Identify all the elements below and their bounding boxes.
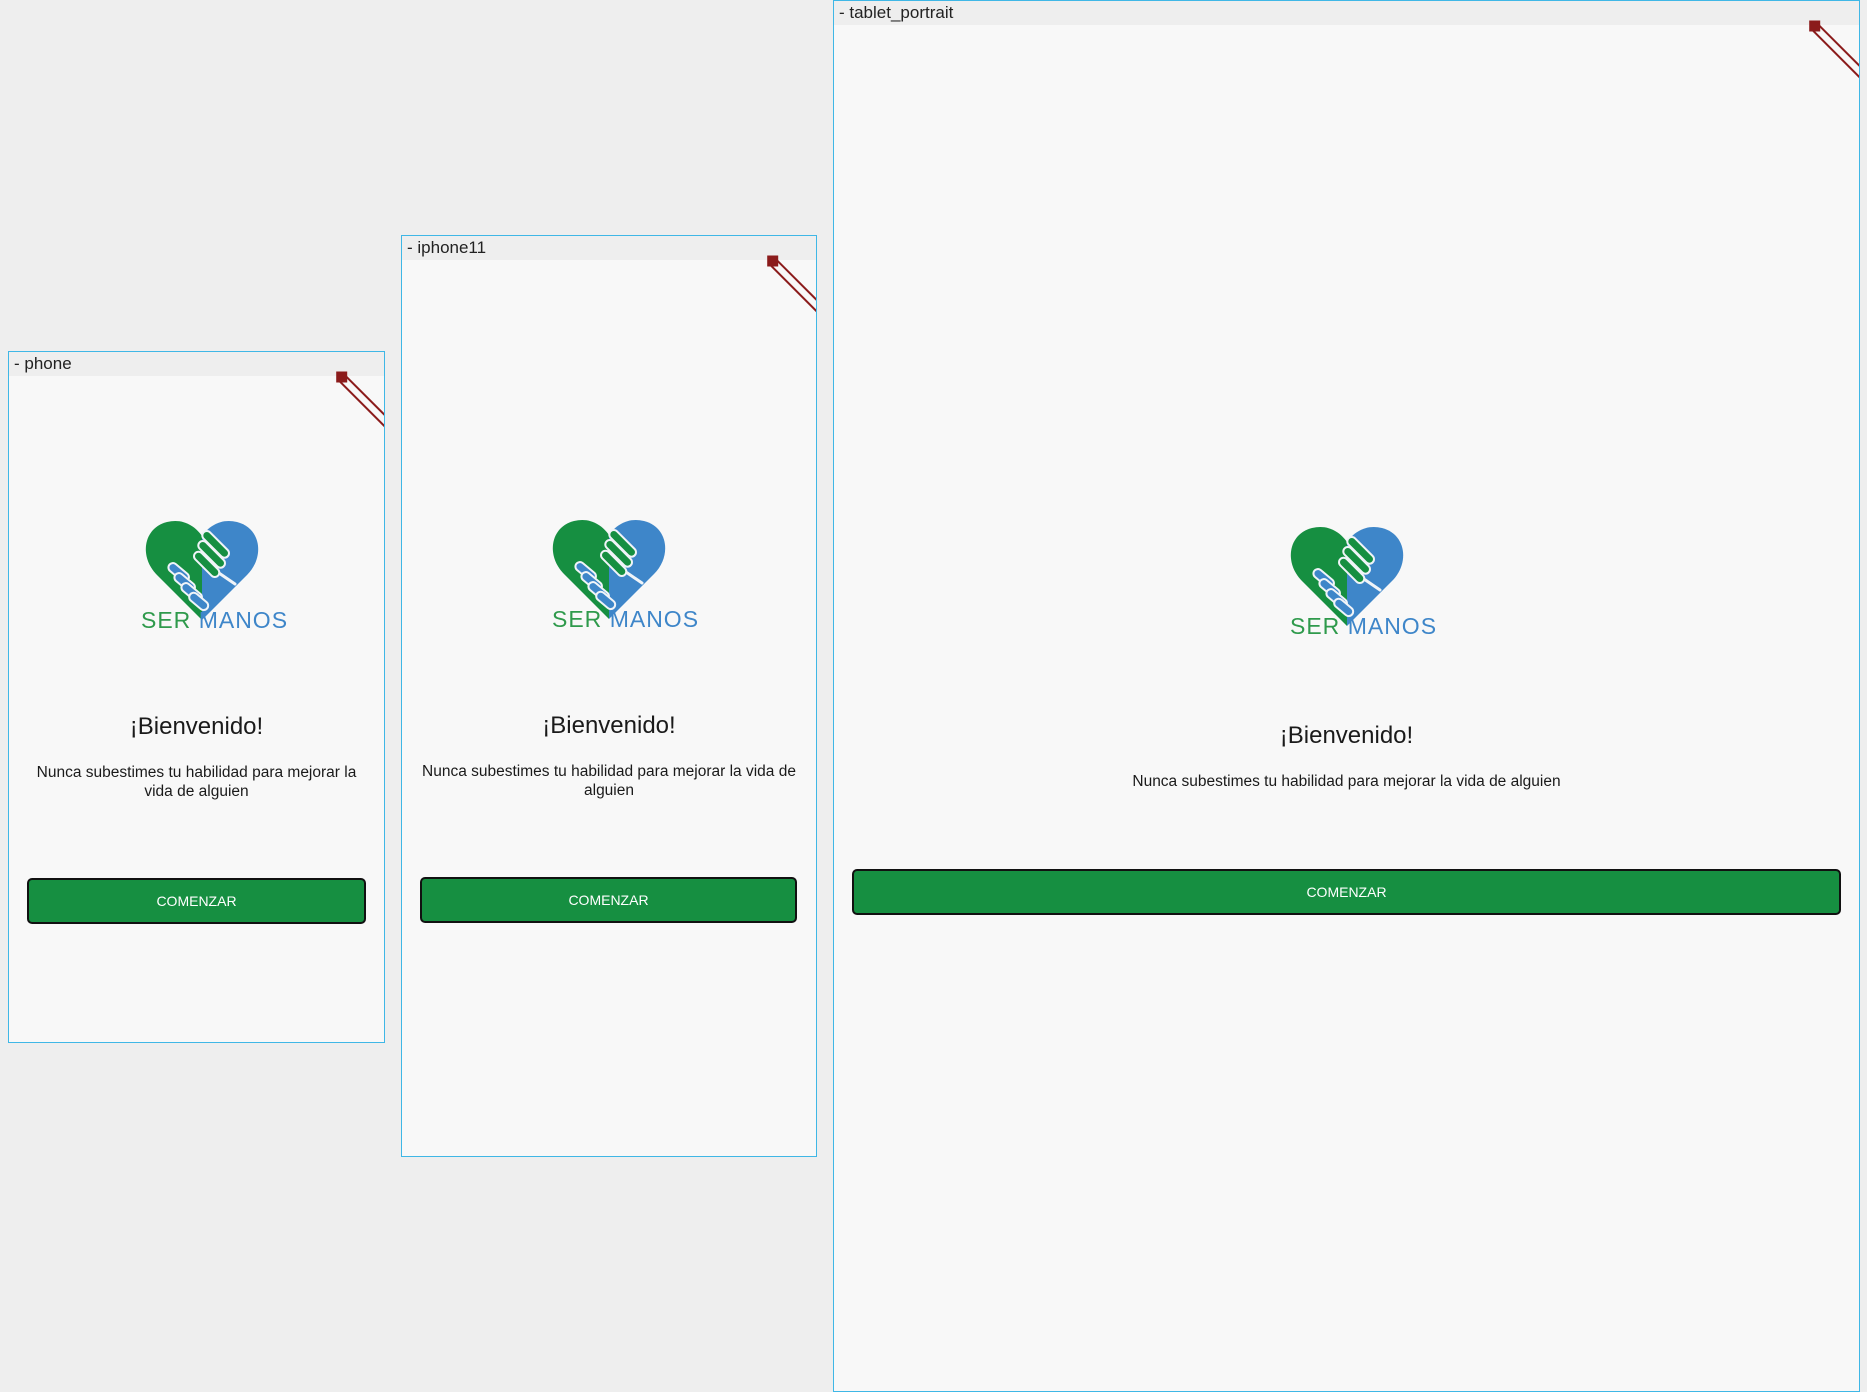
device-frame-tablet-portrait: - tablet_portrait SER MANOS ¡Bienvenido!… bbox=[833, 0, 1860, 1392]
brand-ser: SER bbox=[552, 606, 603, 632]
debug-banner-icon bbox=[768, 257, 816, 320]
debug-banner-icon bbox=[337, 373, 384, 436]
brand-wordmark: SER MANOS bbox=[1290, 613, 1437, 640]
welcome-heading: ¡Bienvenido! bbox=[1279, 722, 1414, 749]
device-frame-iphone11: - iphone11 SER MANOS ¡Bienvenido! Nunca … bbox=[401, 235, 817, 1157]
frame-label: - iphone11 bbox=[402, 236, 816, 260]
brand-ser: SER bbox=[141, 607, 192, 633]
start-button[interactable]: COMENZAR bbox=[27, 878, 366, 924]
welcome-heading: ¡Bienvenido! bbox=[542, 712, 676, 739]
start-button[interactable]: COMENZAR bbox=[420, 877, 797, 923]
welcome-subtitle: Nunca subestimes tu habilidad para mejor… bbox=[36, 764, 357, 800]
welcome-subtitle: Nunca subestimes tu habilidad para mejor… bbox=[1132, 773, 1561, 790]
device-frame-phone: - phone SER MANOS ¡Bienvenido! Nunca sub… bbox=[8, 351, 385, 1043]
brand-manos: MANOS bbox=[198, 607, 289, 633]
start-button[interactable]: COMENZAR bbox=[852, 869, 1841, 915]
brand-ser: SER bbox=[1290, 613, 1341, 639]
frame-label: - tablet_portrait bbox=[834, 1, 1859, 25]
frame-label: - phone bbox=[9, 352, 384, 376]
welcome-heading: ¡Bienvenido! bbox=[129, 713, 264, 740]
welcome-subtitle: Nunca subestimes tu habilidad para mejor… bbox=[422, 763, 796, 799]
brand-manos: MANOS bbox=[609, 606, 700, 632]
brand-wordmark: SER MANOS bbox=[141, 607, 288, 634]
brand-manos: MANOS bbox=[1347, 613, 1438, 639]
brand-wordmark: SER MANOS bbox=[552, 606, 699, 633]
debug-banner-icon bbox=[1810, 22, 1859, 85]
